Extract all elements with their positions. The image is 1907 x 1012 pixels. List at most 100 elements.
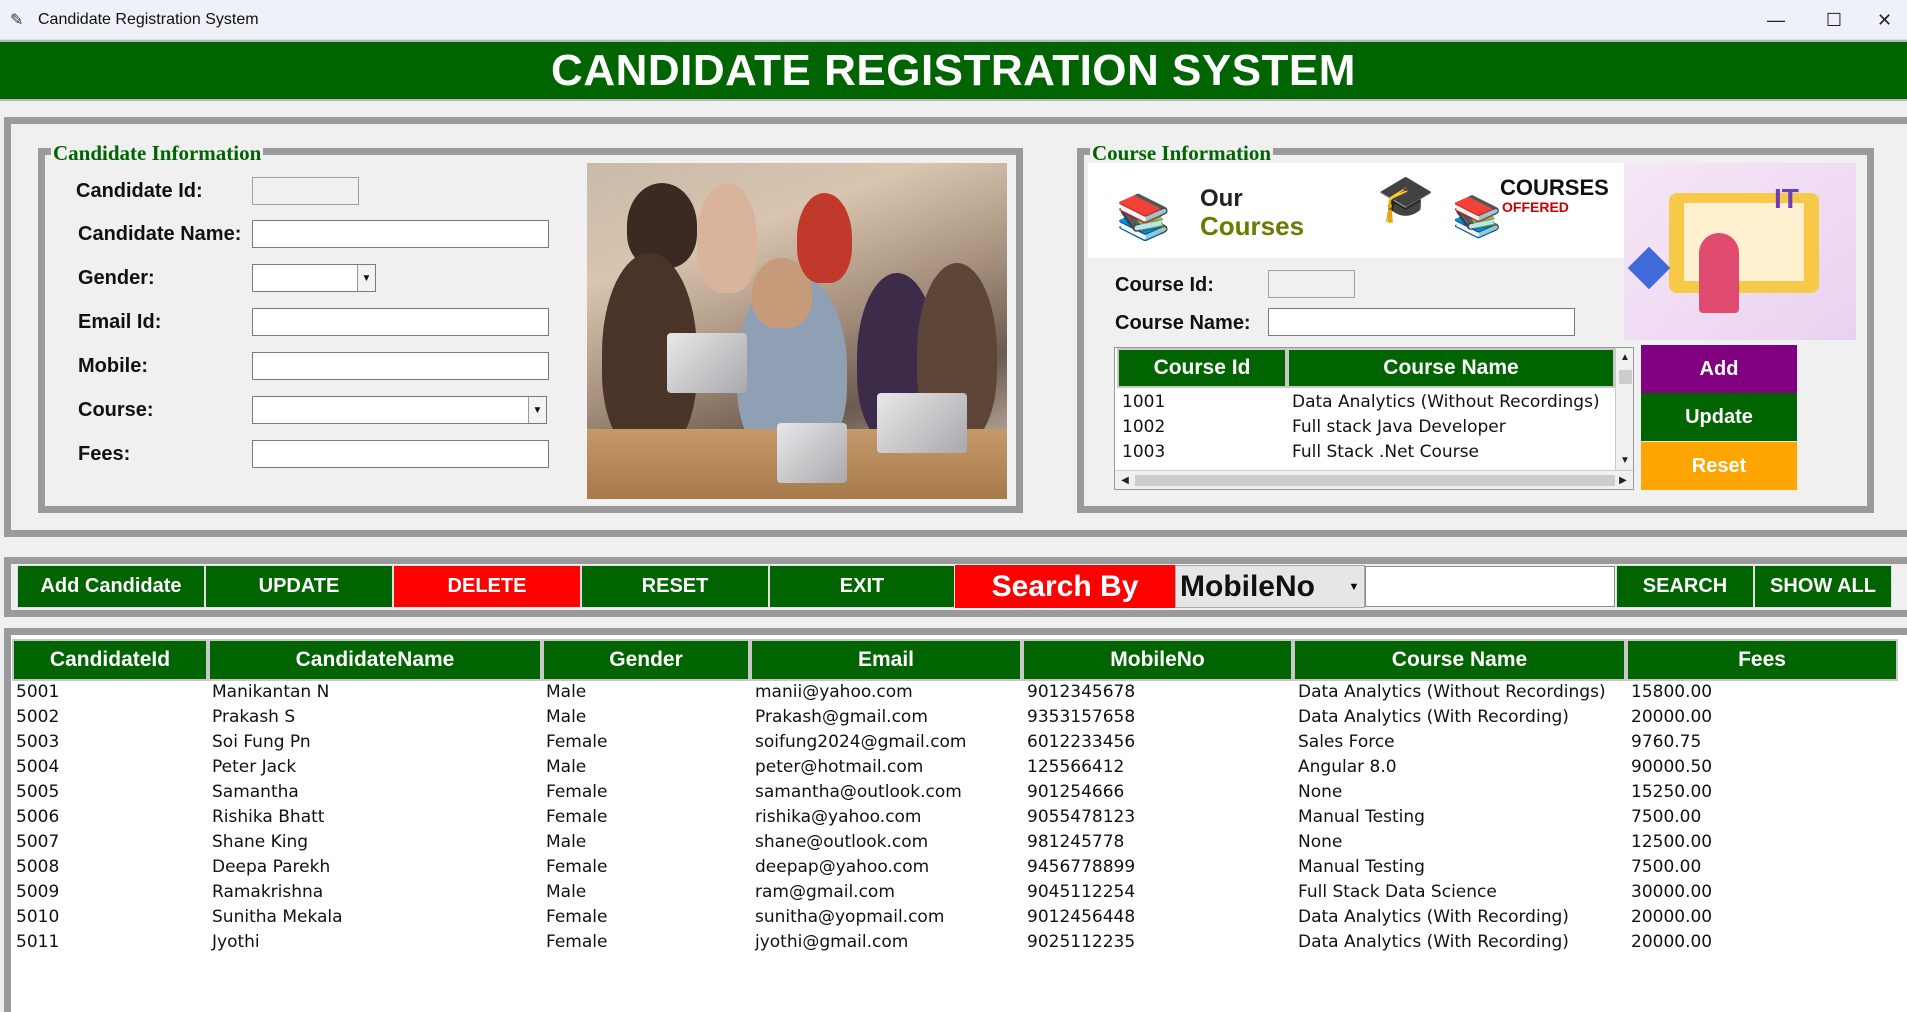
row-candidate-name[interactable]: Deepa Parekh [212,857,330,877]
row-fees[interactable]: 30000.00 [1631,882,1712,902]
row-mobile[interactable]: 9055478123 [1027,807,1135,827]
row-candidate-name[interactable]: Peter Jack [212,757,296,777]
row-candidate-id[interactable]: 5001 [16,682,59,702]
course-row-name[interactable]: Full stack Java Developer [1292,417,1506,437]
row-fees[interactable]: 20000.00 [1631,907,1712,927]
row-email[interactable]: rishika@yahoo.com [755,807,922,827]
row-mobile[interactable]: 9012345678 [1027,682,1135,702]
row-fees[interactable]: 15250.00 [1631,782,1712,802]
row-email[interactable]: deepap@yahoo.com [755,857,929,877]
row-gender[interactable]: Female [546,732,607,752]
row-email[interactable]: sunitha@yopmail.com [755,907,944,927]
email-field[interactable] [252,308,549,336]
row-email[interactable]: shane@outlook.com [755,832,928,852]
row-fees[interactable]: 7500.00 [1631,857,1701,877]
row-gender[interactable]: Male [546,682,586,702]
course-name-column-header[interactable]: Course Name [1293,639,1626,681]
row-candidate-name[interactable]: Soi Fung Pn [212,732,311,752]
row-fees[interactable]: 9760.75 [1631,732,1701,752]
search-button[interactable]: SEARCH [1616,565,1754,608]
row-gender[interactable]: Male [546,832,586,852]
candidate-id-column-header[interactable]: CandidateId [12,639,208,681]
course-row-name[interactable]: Full Stack .Net Course [1292,442,1479,462]
row-candidate-name[interactable]: Shane King [212,832,308,852]
row-course-name[interactable]: None [1298,782,1342,802]
course-name-field[interactable] [1268,308,1575,336]
row-candidate-id[interactable]: 5002 [16,707,59,727]
row-email[interactable]: samantha@outlook.com [755,782,962,802]
row-candidate-name[interactable]: Samantha [212,782,299,802]
row-gender[interactable]: Female [546,807,607,827]
scroll-left-icon[interactable]: ◀ [1117,472,1133,488]
row-gender[interactable]: Female [546,907,607,927]
course-id-column-header[interactable]: Course Id [1117,348,1287,388]
course-row-id[interactable]: 1001 [1122,392,1165,412]
scroll-up-icon[interactable]: ▲ [1617,349,1633,365]
candidate-name-column-header[interactable]: CandidateName [208,639,542,681]
maximize-icon[interactable]: ☐ [1805,0,1863,40]
row-candidate-id[interactable]: 5007 [16,832,59,852]
row-course-name[interactable]: Full Stack Data Science [1298,882,1497,902]
row-mobile[interactable]: 9045112254 [1027,882,1135,902]
reset-button[interactable]: RESET [581,565,769,608]
row-candidate-name[interactable]: Ramakrishna [212,882,323,902]
row-course-name[interactable]: None [1298,832,1342,852]
course-combobox[interactable]: ▼ [252,396,547,424]
row-email[interactable]: soifung2024@gmail.com [755,732,967,752]
row-candidate-id[interactable]: 5009 [16,882,59,902]
row-email[interactable]: Prakash@gmail.com [755,707,928,727]
candidate-id-field[interactable] [252,177,359,205]
row-course-name[interactable]: Data Analytics (With Recording) [1298,707,1569,727]
row-fees[interactable]: 20000.00 [1631,932,1712,952]
row-fees[interactable]: 7500.00 [1631,807,1701,827]
gender-column-header[interactable]: Gender [542,639,750,681]
row-candidate-id[interactable]: 5006 [16,807,59,827]
course-reset-button[interactable]: Reset [1641,442,1797,490]
exit-button[interactable]: EXIT [769,565,955,608]
email-column-header[interactable]: Email [750,639,1022,681]
row-fees[interactable]: 90000.50 [1631,757,1712,777]
delete-button[interactable]: DELETE [393,565,581,608]
row-mobile[interactable]: 9012456448 [1027,907,1135,927]
row-candidate-id[interactable]: 5010 [16,907,59,927]
row-course-name[interactable]: Data Analytics (With Recording) [1298,932,1569,952]
candidate-name-field[interactable] [252,220,549,248]
row-candidate-name[interactable]: Manikantan N [212,682,329,702]
row-candidate-id[interactable]: 5008 [16,857,59,877]
row-course-name[interactable]: Angular 8.0 [1298,757,1397,777]
row-course-name[interactable]: Data Analytics (Without Recordings) [1298,682,1606,702]
row-mobile[interactable]: 9456778899 [1027,857,1135,877]
row-gender[interactable]: Male [546,882,586,902]
row-fees[interactable]: 12500.00 [1631,832,1712,852]
row-fees[interactable]: 15800.00 [1631,682,1712,702]
course-table-vertical-scrollbar[interactable]: ▲ ▼ [1615,348,1633,470]
row-course-name[interactable]: Manual Testing [1298,857,1425,877]
row-course-name[interactable]: Sales Force [1298,732,1395,752]
minimize-icon[interactable]: — [1747,0,1805,40]
course-row-id[interactable]: 1003 [1122,442,1165,462]
row-mobile[interactable]: 6012233456 [1027,732,1135,752]
row-candidate-id[interactable]: 5005 [16,782,59,802]
row-candidate-name[interactable]: Prakash S [212,707,295,727]
course-row-name[interactable]: Data Analytics (Without Recordings) [1292,392,1600,412]
row-course-name[interactable]: Manual Testing [1298,807,1425,827]
row-candidate-id[interactable]: 5003 [16,732,59,752]
row-mobile[interactable]: 981245778 [1027,832,1124,852]
chevron-down-icon[interactable]: ▼ [357,265,375,291]
row-fees[interactable]: 20000.00 [1631,707,1712,727]
update-button[interactable]: UPDATE [205,565,393,608]
row-candidate-id[interactable]: 5011 [16,932,59,952]
row-email[interactable]: peter@hotmail.com [755,757,923,777]
search-field-combobox[interactable]: MobileNo ▼ [1175,565,1365,608]
mobile-column-header[interactable]: MobileNo [1022,639,1293,681]
chevron-down-icon[interactable]: ▼ [528,397,546,423]
close-icon[interactable]: ✕ [1862,0,1907,40]
show-all-button[interactable]: SHOW ALL [1754,565,1892,608]
row-email[interactable]: manii@yahoo.com [755,682,913,702]
row-candidate-id[interactable]: 5004 [16,757,59,777]
row-gender[interactable]: Male [546,757,586,777]
gender-combobox[interactable]: ▼ [252,264,376,292]
fees-column-header[interactable]: Fees [1626,639,1898,681]
course-update-button[interactable]: Update [1641,393,1797,441]
fees-field[interactable] [252,440,549,468]
